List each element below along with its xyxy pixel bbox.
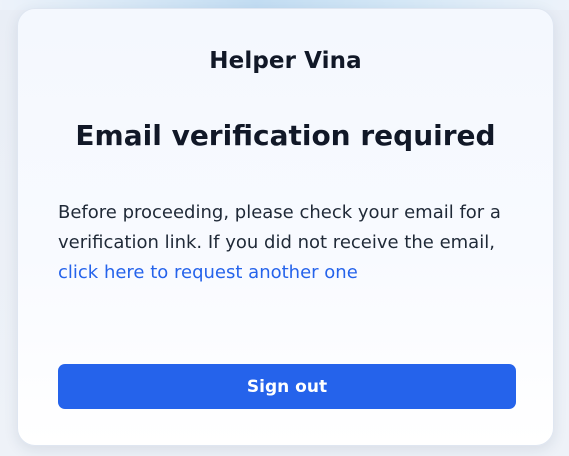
verification-message: Before proceeding, please check your ema… [58, 198, 518, 288]
resend-verification-link[interactable]: click here to request another one [58, 262, 358, 283]
verification-message-text: Before proceeding, please check your ema… [58, 202, 501, 253]
sign-out-button[interactable]: Sign out [58, 364, 516, 409]
page-title: Email verification required [75, 119, 496, 152]
app-brand-title: Helper Vina [209, 48, 362, 74]
verification-card: Helper Vina Email verification required … [17, 8, 554, 446]
